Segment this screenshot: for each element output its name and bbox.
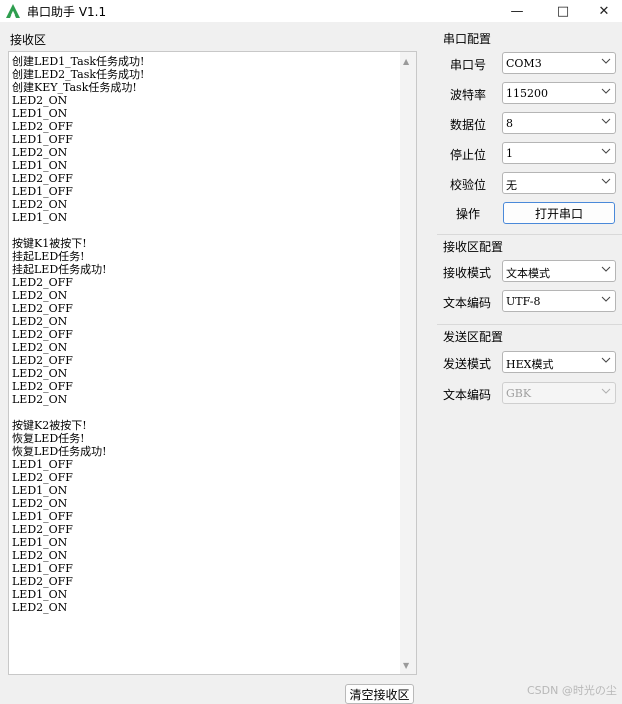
stopbits-label: 停止位: [450, 148, 487, 162]
send-mode-label: 发送模式: [443, 357, 492, 371]
chevron-down-icon: [601, 58, 611, 64]
receive-config-title: 接收区配置: [443, 240, 504, 254]
chevron-down-icon: [601, 118, 611, 124]
action-label: 操作: [456, 207, 481, 221]
receive-encoding-label: 文本编码: [443, 296, 492, 310]
minimize-icon[interactable]: —: [494, 0, 540, 22]
receive-area-label: 接收区: [10, 33, 47, 47]
receive-encoding-select[interactable]: UTF-8: [502, 290, 616, 312]
maximize-icon[interactable]: □: [540, 0, 586, 22]
scroll-up-icon[interactable]: ▲: [403, 57, 409, 66]
send-mode-select[interactable]: HEX模式: [502, 351, 616, 373]
chevron-down-icon: [601, 178, 611, 184]
clear-receive-button[interactable]: 清空接收区: [345, 684, 414, 704]
baud-label: 波特率: [450, 88, 487, 102]
title-bar: 串口助手 V1.1 — □ ✕: [0, 0, 622, 22]
baud-select[interactable]: 115200: [502, 82, 616, 104]
scroll-down-icon[interactable]: ▼: [403, 661, 409, 670]
serial-config-title: 串口配置: [443, 32, 492, 46]
window-title: 串口助手 V1.1: [27, 5, 107, 19]
chevron-down-icon: [601, 88, 611, 94]
close-icon[interactable]: ✕: [586, 0, 622, 22]
receive-text-content: 创建LED1_Task任务成功! 创建LED2_Task任务成功! 创建KEY_…: [12, 55, 145, 614]
chevron-down-icon: [601, 296, 611, 302]
divider: [437, 324, 622, 325]
stopbits-select[interactable]: 1: [502, 142, 616, 164]
send-config-title: 发送区配置: [443, 330, 504, 344]
chevron-down-icon: [601, 148, 611, 154]
port-select[interactable]: COM3: [502, 52, 616, 74]
receive-mode-select[interactable]: 文本模式: [502, 260, 616, 282]
receive-scrollbar[interactable]: ▲ ▼: [400, 52, 416, 674]
chevron-down-icon: [601, 388, 611, 394]
chevron-down-icon: [601, 266, 611, 272]
open-port-button[interactable]: 打开串口: [503, 202, 615, 224]
app-icon: [6, 4, 20, 18]
receive-textarea[interactable]: 创建LED1_Task任务成功! 创建LED2_Task任务成功! 创建KEY_…: [8, 51, 417, 675]
receive-mode-label: 接收模式: [443, 266, 492, 280]
parity-label: 校验位: [450, 178, 487, 192]
send-encoding-select: GBK: [502, 382, 616, 404]
databits-select[interactable]: 8: [502, 112, 616, 134]
send-encoding-label: 文本编码: [443, 388, 492, 402]
divider: [437, 234, 622, 235]
watermark: CSDN @时光の尘: [527, 684, 617, 697]
port-label: 串口号: [450, 58, 487, 72]
parity-select[interactable]: 无: [502, 172, 616, 194]
databits-label: 数据位: [450, 118, 487, 132]
chevron-down-icon: [601, 357, 611, 363]
